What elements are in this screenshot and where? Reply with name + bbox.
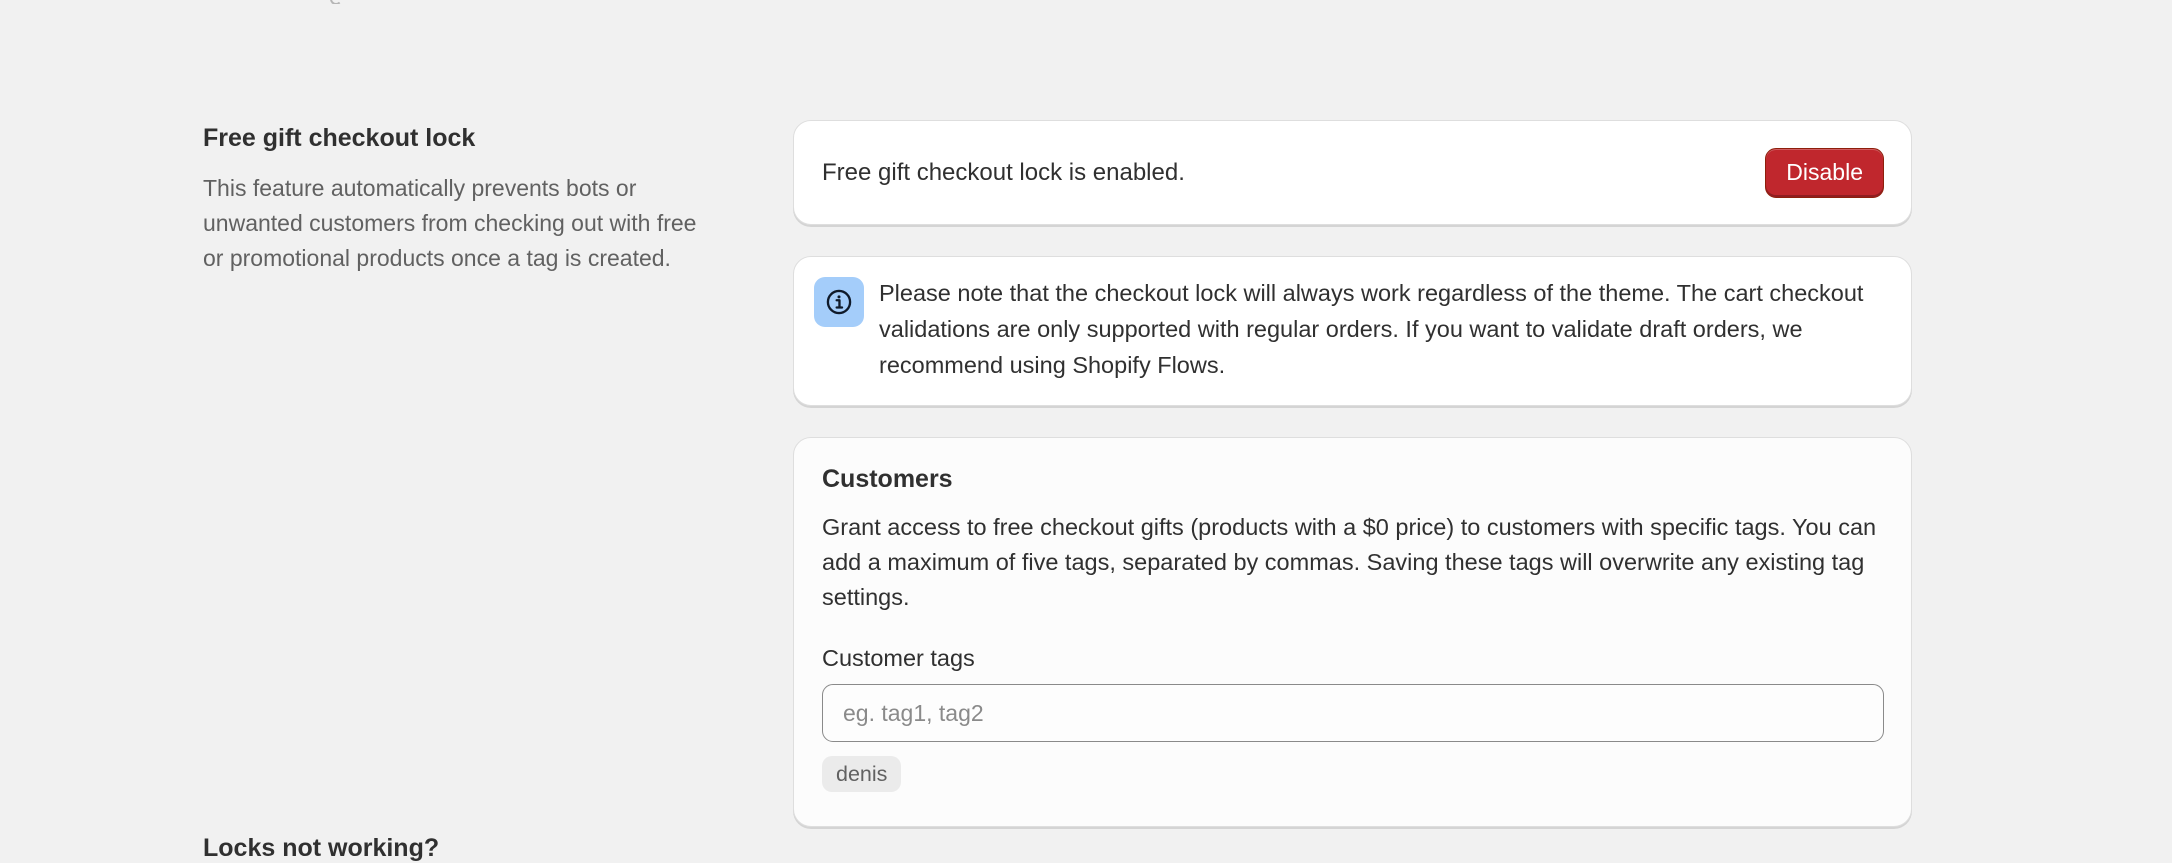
customers-title: Customers	[822, 465, 953, 493]
section-title: Free gift checkout lock	[203, 124, 476, 152]
next-section-title: Locks not working?	[203, 834, 440, 862]
lock-status-card: Free gift checkout lock is enabled. Disa…	[793, 120, 1912, 225]
section-description-panel: Free gift checkout lock This feature aut…	[203, 124, 703, 276]
settings-cards: Free gift checkout lock is enabled. Disa…	[793, 120, 1912, 827]
tag-chip[interactable]: denis	[822, 756, 902, 792]
customer-tags-label: Customer tags	[822, 645, 975, 671]
customers-description: Grant access to free checkout gifts (pro…	[822, 514, 1877, 610]
info-icon	[814, 277, 864, 327]
customer-tags-input[interactable]	[822, 684, 1884, 742]
customers-card: Customers Grant access to free checkout …	[793, 437, 1912, 827]
info-banner: Please note that the checkout lock will …	[793, 256, 1912, 406]
lock-status-text: Free gift checkout lock is enabled.	[822, 158, 1185, 186]
info-banner-text: Please note that the checkout lock will …	[879, 280, 1864, 378]
tag-list: denis	[822, 756, 1884, 792]
section-description: This feature automatically prevents bots…	[203, 175, 697, 271]
disable-button[interactable]: Disable	[1765, 147, 1884, 198]
scrolled-off-content-fragment	[325, 0, 355, 4]
